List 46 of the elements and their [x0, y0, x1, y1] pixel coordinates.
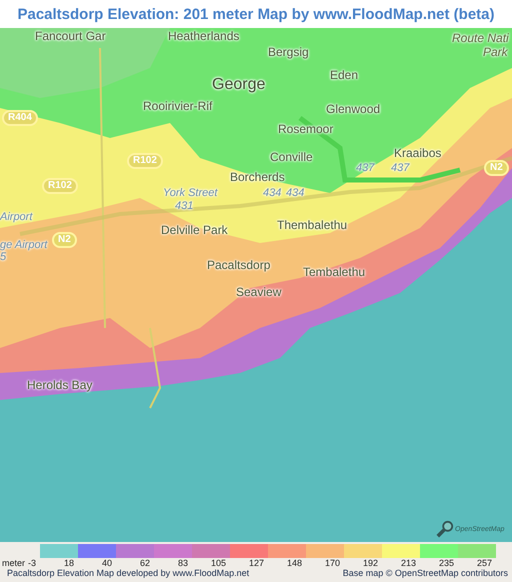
credit-text: Pacaltsdorp Elevation Map developed by www.FloodMap.net [7, 568, 250, 579]
place-label: Herolds Bay [27, 378, 92, 392]
place-label: Route Nati [452, 31, 509, 45]
place-label: Conville [270, 150, 313, 164]
magnifier-icon [436, 520, 454, 538]
road-shield: R404 [2, 110, 38, 126]
place-label: Tembalethu [303, 265, 366, 279]
legend-value: 40 [102, 558, 112, 568]
road-label: ge Airport [0, 238, 48, 252]
road-label: 434 [263, 186, 282, 200]
legend-value: 170 [324, 558, 340, 568]
place-label: Rosemoor [278, 122, 334, 136]
road-label: 437 [391, 161, 410, 175]
legend-value: 257 [476, 558, 492, 568]
place-label: Kraaibos [394, 146, 442, 160]
road-shield: R102 [42, 178, 78, 194]
road-label: 434 [286, 186, 304, 200]
place-label: George [212, 76, 266, 94]
legend-value: 105 [210, 558, 226, 568]
place-label: Fancourt Gar [35, 29, 106, 43]
attribution-text: Base map © OpenStreetMap contributors [342, 568, 508, 579]
legend-value: 192 [362, 558, 378, 568]
legend-value: 213 [400, 558, 416, 568]
map-title: Pacaltsdorp Elevation: 201 meter Map by www.FloodMap.net (beta) [17, 6, 495, 22]
place-label: Thembalethu [277, 218, 348, 232]
place-label: Seaview [236, 285, 282, 299]
place-label: Glenwood [326, 102, 380, 116]
legend-value: 62 [140, 558, 150, 568]
place-label: Park [483, 45, 508, 59]
legend-value: 83 [178, 558, 188, 568]
place-label: Heatherlands [168, 29, 240, 43]
road-label: 431 [175, 199, 194, 213]
place-label: Pacaltsdorp [207, 258, 270, 272]
place-label: Rooirivier-Rif [143, 99, 212, 113]
road-label: 5 [0, 250, 6, 264]
legend-value: 127 [248, 558, 264, 568]
road-shield: R102 [127, 153, 163, 169]
legend-unit: meter [2, 558, 26, 568]
place-label: Bergsig [268, 45, 309, 59]
road-label: York Street [163, 186, 218, 200]
place-label: Delville Park [161, 223, 228, 237]
legend-value: 235 [438, 558, 454, 568]
legend-value: 18 [64, 558, 74, 568]
legend-value: -3 [28, 558, 36, 568]
legend-value: 148 [286, 558, 302, 568]
place-label: Eden [330, 68, 358, 82]
